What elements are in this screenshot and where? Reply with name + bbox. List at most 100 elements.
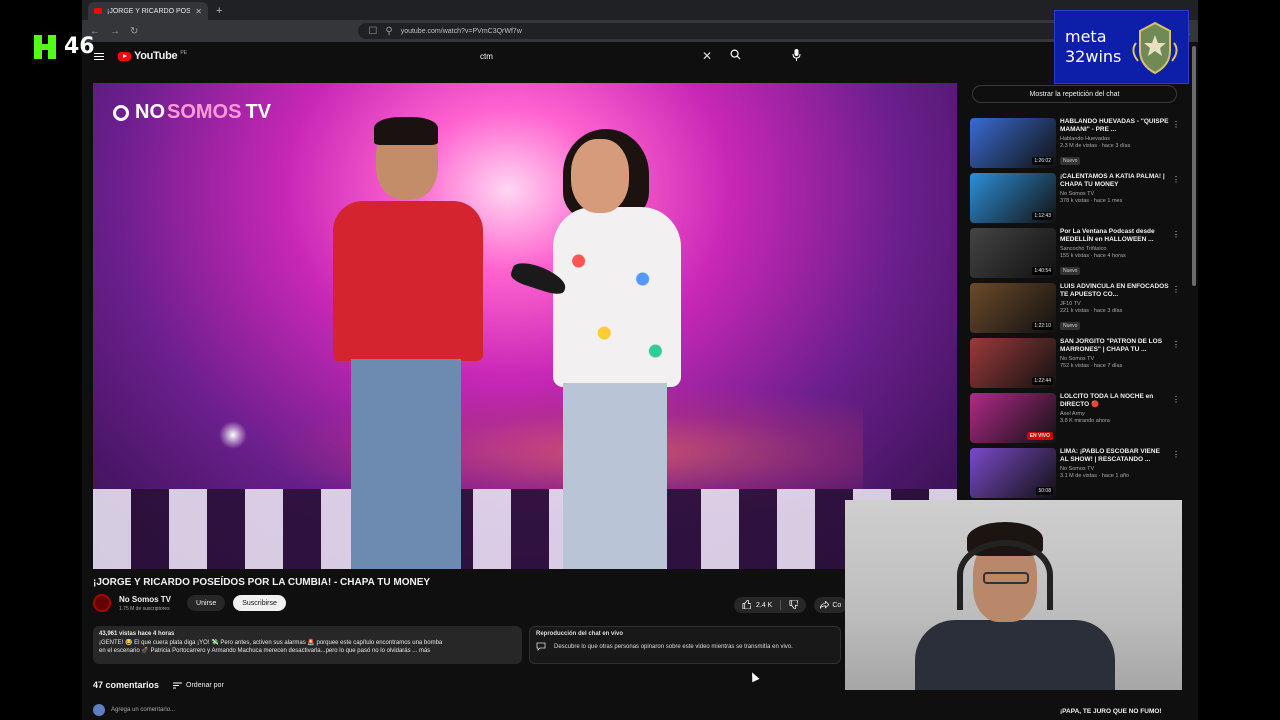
related-video[interactable]: EN VIVO LOLCITO TODA LA NOCHE en DIRECTO …: [970, 393, 1182, 448]
search-input[interactable]: ctm: [470, 52, 702, 61]
site-info-icon[interactable]: ⚲: [385, 26, 392, 37]
channel-avatar[interactable]: [93, 594, 111, 612]
youtube-wordmark: YouTube: [134, 50, 178, 62]
tab-title: ¡JORGE Y RICARDO POSEÍDOS: [107, 7, 191, 15]
youtube-play-icon: [118, 51, 131, 61]
show-chat-replay-button[interactable]: Mostrar la repetición del chat: [972, 85, 1177, 103]
glasses: [983, 572, 1029, 584]
youtube-header: YouTube PE ctm ✕: [82, 42, 1198, 70]
comments-header: 47 comentarios Ordenar por: [93, 680, 224, 690]
clear-search-icon[interactable]: ✕: [702, 49, 720, 63]
more-options-icon[interactable]: ⋮: [1172, 340, 1180, 349]
share-button[interactable]: Co: [814, 597, 848, 613]
live-chat-replay-card[interactable]: Reproducción del chat en vivo Descubre l…: [529, 626, 841, 664]
reload-icon[interactable]: ↻: [130, 26, 138, 37]
subscribe-button[interactable]: Suscribirse: [233, 595, 286, 611]
watermark-tv: TV: [245, 101, 272, 123]
related-video[interactable]: 1:26:02 HABLANDO HUEVADAS - "QUISPE MAMAN…: [970, 118, 1182, 173]
browser-tab[interactable]: ¡JORGE Y RICARDO POSEÍDOS ✕: [88, 2, 208, 20]
voice-search-button[interactable]: [792, 48, 801, 66]
video-thumbnail[interactable]: 1:40:54: [970, 228, 1056, 278]
omnibox[interactable]: ☐ ⚲ youtube.com/watch?v=PVmC3QrWf7w: [358, 23, 1104, 39]
hamburger-menu-icon[interactable]: [94, 51, 104, 62]
related-video[interactable]: 1:22:44 SAN JORGITO "PATRÓN DE LOS MARRON…: [970, 338, 1182, 393]
live-badge: EN VIVO: [1026, 432, 1053, 440]
description-box[interactable]: 43,961 vistas hace 4 horas ¡GENTE! 😂 El …: [93, 626, 522, 664]
thumbs-up-icon: [742, 599, 752, 609]
related-video-info: Por La Ventana Podcast desde MEDELLÍN en…: [1060, 228, 1182, 283]
related-video-meta: 155 k vistas · hace 4 horas: [1060, 253, 1126, 259]
viewer-count: 46: [64, 34, 95, 59]
channel-name[interactable]: No Somos TV: [119, 595, 171, 604]
video-thumbnail[interactable]: 50:08: [970, 448, 1056, 498]
chat-replay-heading: Reproducción del chat en vivo: [536, 631, 624, 637]
related-video-info: LOLCITO TODA LA NOCHE en DIRECTO 🔴 Axel A…: [1060, 393, 1182, 448]
related-channel-name: No Somos TV: [1060, 466, 1095, 472]
related-video[interactable]: 50:08 LIMA: ¡PABLO ESCOBAR VIENE AL SHOW!…: [970, 448, 1182, 503]
bookmark-icon[interactable]: ☐: [368, 26, 377, 37]
tab-strip: ¡JORGE Y RICARDO POSEÍDOS ✕ +: [82, 0, 1198, 20]
sort-icon: [173, 682, 183, 688]
dislike-button[interactable]: [789, 599, 799, 611]
related-video-title[interactable]: HABLANDO HUEVADAS - "QUISPE MAMANI" - PR…: [1060, 118, 1170, 134]
related-video-meta: 221 k vistas · hace 3 días: [1060, 308, 1123, 314]
video-thumbnail[interactable]: 1:22:44: [970, 338, 1056, 388]
page-scrollbar[interactable]: [1192, 46, 1196, 286]
like-button[interactable]: [742, 599, 752, 611]
video-player[interactable]: NO SOMOS TV: [93, 83, 957, 569]
related-video[interactable]: 1:12:43 ¡CALENTAMOS A KATIA PALMA! | CHAP…: [970, 173, 1182, 228]
join-button[interactable]: Unirse: [187, 595, 226, 611]
duration-badge: 1:22:44: [1032, 377, 1053, 385]
more-options-icon[interactable]: ⋮: [1172, 285, 1180, 294]
related-video-title[interactable]: LUIS ADVÍNCULA EN ENFOCADOS TE APUESTO C…: [1060, 283, 1170, 299]
related-channel-name: No Somos TV: [1060, 191, 1095, 197]
related-video-title[interactable]: ¡CALENTAMOS A KATIA PALMA! | CHAPA TU MO…: [1060, 173, 1170, 189]
microphone-icon: [792, 49, 801, 61]
goal-text: meta 32wins: [1065, 27, 1122, 66]
related-video-title[interactable]: Por La Ventana Podcast desde MEDELLÍN en…: [1060, 228, 1170, 244]
video-thumbnail[interactable]: 1:22:10: [970, 283, 1056, 333]
video-actions: 2.4 K Co: [734, 597, 848, 613]
checkered-floor: [93, 489, 957, 569]
video-thumbnail[interactable]: 1:12:43: [970, 173, 1056, 223]
related-video-meta: 3.1 M de vistas · hace 1 año: [1060, 473, 1130, 479]
related-video-title[interactable]: ¡PAPA, TE JURO QUE NO FUMO!: [1060, 708, 1162, 715]
watermark-no: NO: [135, 101, 165, 123]
duration-badge: 50:08: [1036, 487, 1053, 495]
related-video-title[interactable]: LOLCITO TODA LA NOCHE en DIRECTO 🔴: [1060, 393, 1170, 409]
user-avatar: [93, 704, 105, 716]
video-thumbnail[interactable]: 1:26:02: [970, 118, 1056, 168]
duration-badge: 1:40:54: [1032, 267, 1053, 275]
view-count-date: 43,961 vistas hace 4 horas: [99, 631, 175, 637]
related-video-meta: 3.8 K mirando ahora: [1060, 418, 1110, 424]
country-code: PE: [180, 50, 187, 56]
add-comment-row: Agrega un comentario...: [93, 704, 175, 716]
related-video-meta: 752 k vistas · hace 7 días: [1060, 363, 1123, 369]
video-owner: No Somos TV 1.75 M de suscriptores Unirs…: [93, 594, 286, 612]
more-options-icon[interactable]: ⋮: [1172, 120, 1180, 129]
related-video[interactable]: 1:40:54 Por La Ventana Podcast desde MEDE…: [970, 228, 1182, 283]
host-shirt: [333, 201, 483, 361]
sort-button[interactable]: Ordenar por: [173, 682, 224, 689]
new-tab-button[interactable]: +: [216, 5, 222, 17]
search-button[interactable]: [720, 47, 750, 65]
forward-icon[interactable]: →: [110, 26, 120, 37]
related-video-title[interactable]: LIMA: ¡PABLO ESCOBAR VIENE AL SHOW! | RE…: [1060, 448, 1170, 464]
more-options-icon[interactable]: ⋮: [1172, 230, 1180, 239]
close-tab-icon[interactable]: ✕: [195, 7, 202, 16]
related-video-title[interactable]: SAN JORGITO "PATRÓN DE LOS MARRONES" | C…: [1060, 338, 1170, 354]
more-options-icon[interactable]: ⋮: [1172, 450, 1180, 459]
video-thumbnail[interactable]: EN VIVO: [970, 393, 1056, 443]
youtube-logo[interactable]: YouTube PE: [118, 50, 187, 62]
sort-label: Ordenar por: [186, 681, 224, 689]
streamer-webcam: [845, 500, 1182, 690]
watermark-ring-icon: [113, 104, 129, 121]
chat-replay-text: Descubre lo que otras personas opinaron …: [554, 643, 793, 650]
more-options-icon[interactable]: ⋮: [1172, 395, 1180, 404]
related-video-info: HABLANDO HUEVADAS - "QUISPE MAMANI" - PR…: [1060, 118, 1182, 173]
more-options-icon[interactable]: ⋮: [1172, 175, 1180, 184]
related-video[interactable]: 1:22:10 LUIS ADVÍNCULA EN ENFOCADOS TE AP…: [970, 283, 1182, 338]
add-comment-input[interactable]: Agrega un comentario...: [111, 707, 175, 713]
thumbs-down-icon: [789, 599, 799, 609]
related-channel-name: Hablando Huevadas: [1060, 136, 1110, 142]
